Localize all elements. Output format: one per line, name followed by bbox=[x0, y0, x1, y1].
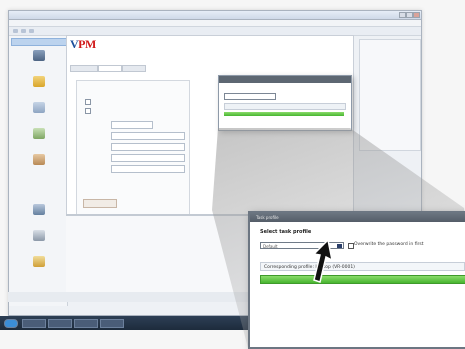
folder-icon[interactable] bbox=[33, 76, 45, 87]
form-action-button[interactable] bbox=[83, 199, 117, 208]
logo-v: V bbox=[70, 37, 79, 51]
tab-general[interactable] bbox=[70, 65, 98, 72]
start-button[interactable] bbox=[4, 319, 18, 328]
chevron-down-icon[interactable] bbox=[337, 244, 342, 248]
text-field-5[interactable] bbox=[111, 165, 185, 173]
maximize-button[interactable] bbox=[406, 12, 413, 18]
taskbar-item-4[interactable] bbox=[100, 319, 124, 328]
close-button[interactable] bbox=[413, 12, 420, 18]
small-task-dialog bbox=[218, 75, 352, 131]
profile-info: Corresponding profile: Laptop (VR-0001) bbox=[260, 262, 465, 271]
tab-other[interactable] bbox=[122, 65, 146, 72]
text-field-4[interactable] bbox=[111, 154, 185, 162]
back-icon[interactable] bbox=[13, 29, 18, 33]
window-titlebar bbox=[9, 11, 421, 20]
user-icon[interactable] bbox=[33, 204, 45, 215]
option-checkbox-2[interactable] bbox=[85, 108, 91, 114]
text-field-2[interactable] bbox=[111, 132, 185, 140]
tab-strip bbox=[70, 65, 210, 72]
mouse-cursor-icon bbox=[312, 238, 334, 283]
task-icon[interactable] bbox=[33, 256, 45, 267]
text-field-1[interactable] bbox=[111, 121, 153, 129]
taskbar-item-1[interactable] bbox=[22, 319, 46, 328]
network-icon[interactable] bbox=[33, 128, 45, 139]
small-dialog-titlebar bbox=[219, 76, 351, 83]
computer-icon[interactable] bbox=[33, 50, 45, 61]
document-icon[interactable] bbox=[33, 102, 45, 113]
settings-icon[interactable] bbox=[33, 230, 45, 241]
menu-bar bbox=[9, 20, 421, 27]
taskbar-item-3[interactable] bbox=[74, 319, 98, 328]
small-dialog-info bbox=[224, 103, 346, 110]
zoom-dialog-subtitle: Select task profile bbox=[260, 229, 312, 235]
left-navigation bbox=[9, 36, 68, 306]
zoom-dialog-title: Task profile bbox=[250, 213, 465, 222]
status-bar bbox=[8, 292, 248, 302]
option-checkbox-1[interactable] bbox=[85, 99, 91, 105]
text-field-3[interactable] bbox=[111, 143, 185, 151]
right-panel bbox=[359, 39, 421, 151]
form-panel bbox=[76, 80, 190, 216]
small-dialog-progress-bar bbox=[224, 112, 344, 116]
minimize-button[interactable] bbox=[399, 12, 406, 18]
logo-pm: PM bbox=[78, 37, 96, 51]
forward-icon[interactable] bbox=[21, 29, 26, 33]
zoomed-task-dialog: Task profile Select task profile Default… bbox=[248, 211, 465, 349]
nav-selected-item[interactable] bbox=[11, 38, 67, 46]
vpm-logo: VPM bbox=[70, 37, 96, 52]
refresh-icon[interactable] bbox=[29, 29, 34, 33]
taskbar bbox=[0, 316, 250, 330]
overwrite-checkbox-label: Overwrite the password in first bbox=[354, 242, 424, 247]
taskbar-item-2[interactable] bbox=[48, 319, 72, 328]
tab-active[interactable] bbox=[98, 65, 122, 72]
profile-select-value: Default bbox=[263, 244, 278, 249]
progress-bar bbox=[260, 275, 465, 284]
package-icon[interactable] bbox=[33, 154, 45, 165]
small-dialog-select[interactable] bbox=[224, 93, 276, 100]
